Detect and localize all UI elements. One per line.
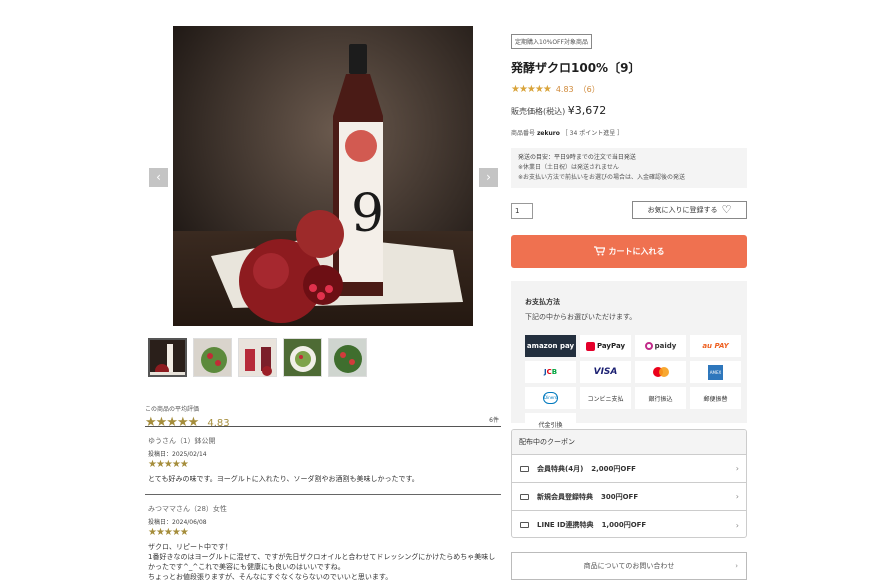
coupon-panel: 配布中のクーポン 会員特典(4月) 2,000円OFF › 新規会員登録特典 300… xyxy=(511,429,747,538)
visa-logo: VISA xyxy=(580,361,631,383)
cart-label: カートに入れる xyxy=(608,247,665,256)
coupon-item[interactable]: 会員特典(4月) 2,000円OFF › xyxy=(512,455,746,483)
jcb-logo: JCB xyxy=(525,361,576,383)
review-item: ゆうさん（1）鉢公開 投稿日：2025/02/14 ★★★★★ とても好みの味で… xyxy=(148,436,501,484)
chevron-left-icon: ‹ xyxy=(156,170,161,184)
coupon-item[interactable]: 新規会員登録特典 300円OFF › xyxy=(512,483,746,511)
chevron-right-icon: › xyxy=(735,562,738,570)
review-count[interactable]: 6件 xyxy=(489,415,499,424)
points-text: ［ 34 ポイント進呈 ］ xyxy=(561,130,624,137)
quantity-input[interactable]: 1 xyxy=(511,203,533,219)
inquiry-label: 商品についてのお問い合わせ xyxy=(583,562,675,570)
chevron-right-icon: › xyxy=(486,170,491,184)
review-summary: ★★★★★ 4.83 6件 xyxy=(145,411,501,430)
add-to-cart-button[interactable]: カートに入れる xyxy=(511,235,747,268)
reviewer-name: みつママさん（28）女性 xyxy=(148,505,227,513)
price-value: ¥3,672 xyxy=(567,104,607,117)
shipping-title: 発送の目安：平日9時までの注文で当日発送 xyxy=(518,154,636,161)
price-label: 販売価格(税込) xyxy=(511,107,566,116)
sku-label: 商品番号 xyxy=(511,130,536,137)
add-to-favorites-button[interactable]: お気に入りに登録する ♡ xyxy=(632,201,747,219)
paidy-icon xyxy=(644,342,653,350)
chevron-right-icon: › xyxy=(735,464,739,473)
star-rating-icon: ★★★★★ xyxy=(511,84,552,95)
amazon-pay-logo: amazon pay xyxy=(525,335,576,357)
amex-logo: AMEX xyxy=(690,361,741,383)
review-body: ザクロ、リピート中です！ 1番好きなのはヨーグルトに混ぜて、ですが先日ザクロオイ… xyxy=(148,543,496,581)
payment-title: お支払方法 xyxy=(525,298,560,306)
payment-subtitle: 下記の中からお選びいただけます。 xyxy=(525,313,637,321)
chevron-right-icon: › xyxy=(735,492,739,501)
paidy-logo: paidy xyxy=(635,335,686,357)
payment-bank-transfer: 銀行振込 xyxy=(635,387,686,409)
thumbnail-strip xyxy=(148,338,367,377)
svg-text:9: 9 xyxy=(351,184,384,244)
gallery-prev-button[interactable]: ‹ xyxy=(149,168,168,187)
ticket-icon xyxy=(520,465,529,472)
diners-logo: Diners xyxy=(525,387,576,409)
sku-value: zekuro xyxy=(536,130,560,137)
product-inquiry-button[interactable]: 商品についてのお問い合わせ › xyxy=(511,552,747,580)
shipping-note: ※お支払い方法で前払いをお選びの場合は、入金確認後の発送 xyxy=(518,174,686,181)
reviewer-name: ゆうさん（1）鉢公開 xyxy=(148,437,216,445)
payment-konbini: コンビニ支払 xyxy=(580,387,631,409)
thumbnail-bowl[interactable] xyxy=(328,338,367,377)
subscription-badge: 定期購入10%OFF対象商品 xyxy=(511,34,592,49)
cart-icon xyxy=(593,246,605,256)
ticket-icon xyxy=(520,493,529,500)
price-line: 販売価格(税込) ¥3,672 xyxy=(511,104,606,117)
chevron-right-icon: › xyxy=(735,520,739,530)
star-rating-icon: ★★★★★ xyxy=(148,527,189,538)
rating-count: （6） xyxy=(578,85,600,94)
ticket-icon xyxy=(520,522,529,528)
product-title: 発酵ザクロ100%〔9〕 xyxy=(511,61,641,75)
payment-methods: お支払方法 下記の中からお選びいただけます。 amazon pay PayPay… xyxy=(511,281,747,435)
favorite-label: お気に入りに登録する xyxy=(647,206,718,214)
payment-postal-transfer: 郵便振替 xyxy=(690,387,741,409)
product-main-image[interactable]: 9 xyxy=(173,26,473,326)
thumbnail-bottle[interactable] xyxy=(148,338,187,377)
review-average: 4.83 xyxy=(207,418,230,429)
gallery-next-button[interactable]: › xyxy=(479,168,498,187)
heart-icon: ♡ xyxy=(721,203,732,216)
sku-line: 商品番号 zekuro ［ 34 ポイント進呈 ］ xyxy=(511,128,623,137)
star-rating-icon: ★★★★★ xyxy=(145,415,199,430)
paypay-icon xyxy=(585,341,595,351)
review-date: 投稿日：2024/06/08 xyxy=(148,519,207,526)
review-date: 投稿日：2025/02/14 xyxy=(148,451,207,458)
shipping-note: ※休業日（土日祝）は発送されません xyxy=(518,164,619,171)
star-rating-icon: ★★★★★ xyxy=(148,459,189,470)
mastercard-logo xyxy=(635,361,686,383)
product-rating[interactable]: ★★★★★ 4.83 （6） xyxy=(511,84,600,95)
thumbnail-drinks[interactable] xyxy=(238,338,277,377)
shipping-info: 発送の目安：平日9時までの注文で当日発送 ※休業日（土日祝）は発送されません ※… xyxy=(511,148,747,188)
review-body: とても好みの味です。ヨーグルトに入れたり、ソーダ割やお酒割も美味しかったです。 xyxy=(148,475,419,483)
coupon-item[interactable]: LINE ID連携特典 1,000円OFF › xyxy=(512,511,746,537)
thumbnail-plate[interactable] xyxy=(283,338,322,377)
payment-logo-grid: amazon pay PayPay paidy au PAY JCB VISA … xyxy=(525,335,741,435)
thumbnail-salad[interactable] xyxy=(193,338,232,377)
au-pay-logo: au PAY xyxy=(690,335,741,357)
paypay-logo: PayPay xyxy=(580,335,631,357)
rating-score: 4.83 xyxy=(555,85,574,94)
review-divider xyxy=(145,494,501,495)
review-item: みつママさん（28）女性 投稿日：2024/06/08 ★★★★★ ザクロ、リピ… xyxy=(148,504,501,582)
coupon-title: 配布中のクーポン xyxy=(512,430,746,455)
